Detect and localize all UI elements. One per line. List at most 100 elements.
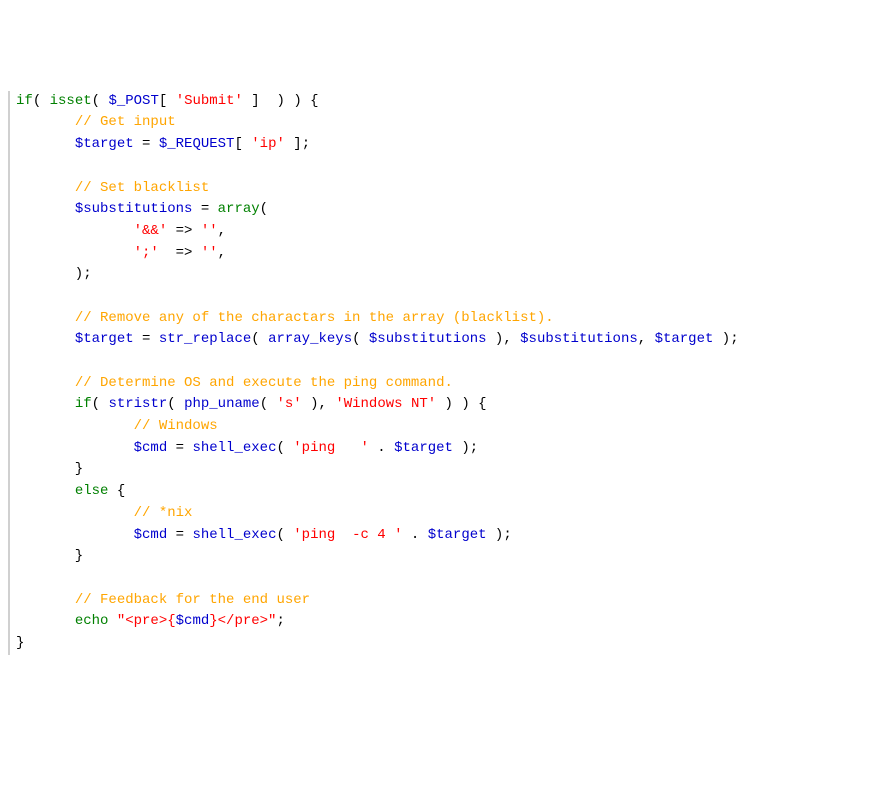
code-token: // Determine OS and execute the ping com… [75,375,453,391]
code-token: ( [167,396,184,412]
code-token: ( [260,396,277,412]
code-token [16,201,75,217]
code-token [16,136,75,152]
code-token: = [134,136,159,152]
code-token [16,418,134,434]
code-token: [ [234,136,251,152]
code-token: // Feedback for the end user [75,592,310,608]
code-token: // Get input [75,114,176,130]
code-token: ); [713,331,738,347]
code-token: ( [260,201,268,217]
code-token: ( [276,527,293,543]
code-token: }</pre>" [209,613,276,629]
code-token [16,310,75,326]
code-token: $substitutions [520,331,638,347]
code-token: '&&' [134,223,168,239]
code-token: $substitutions [369,331,487,347]
code-token: $_POST [108,93,158,109]
code-token: ';' [134,245,159,261]
code-token: 'Windows NT' [335,396,436,412]
code-token: } [16,461,83,477]
code-token: = [167,440,192,456]
code-token: array_keys [268,331,352,347]
code-token: // Set blacklist [75,180,209,196]
code-token [16,114,75,130]
code-token: "<pre>{ [117,613,176,629]
code-token: $substitutions [75,201,193,217]
code-token: $target [394,440,453,456]
code-token: { [108,483,125,499]
code-token: $target [655,331,714,347]
code-token: $target [75,331,134,347]
code-token: , [218,245,226,261]
code-token: , [638,331,655,347]
code-token: ]; [285,136,310,152]
code-token [16,180,75,196]
code-token: ( [92,396,109,412]
code-token: . [403,527,428,543]
code-token: array [218,201,260,217]
code-token: 's' [277,396,302,412]
code-token [108,613,116,629]
code-token [16,245,134,261]
code-token: [ [159,93,176,109]
code-token: , [218,223,226,239]
code-token: php_uname [184,396,260,412]
code-token: // Windows [134,418,218,434]
code-token [16,505,134,521]
code-token: } [16,635,24,651]
code-token: ); [16,266,92,282]
code-token [16,440,134,456]
code-token: str_replace [159,331,251,347]
code-token: . [369,440,394,456]
code-token: ), [302,396,336,412]
code-token: $cmd [134,440,168,456]
code-token: = [134,331,159,347]
code-token: else [75,483,109,499]
code-token: ), [487,331,521,347]
code-token [16,483,75,499]
code-token: ( [352,331,369,347]
code-token: ; [276,613,284,629]
code-token: 'Submit' [176,93,243,109]
code-token [16,592,75,608]
code-token: => [167,223,201,239]
code-token [16,527,134,543]
code-token: shell_exec [192,440,276,456]
code-token: $cmd [134,527,168,543]
code-token [16,331,75,347]
code-token: $target [428,527,487,543]
code-token [16,396,75,412]
code-token: if [75,396,92,412]
code-token: => [159,245,201,261]
code-token: ( [92,93,109,109]
code-token: '' [201,223,218,239]
code-token: ( [251,331,268,347]
code-token: 'ping ' [293,440,369,456]
code-token: 'ping -c 4 ' [293,527,402,543]
code-token: 'ip' [251,136,285,152]
code-text: if( isset( $_POST[ 'Submit' ] ) ) { // G… [16,93,739,651]
code-token: $target [75,136,134,152]
code-token: = [167,527,192,543]
code-token: ( [33,93,50,109]
code-token: = [192,201,217,217]
code-token: } [16,548,83,564]
code-token: stristr [108,396,167,412]
code-token: shell_exec [192,527,276,543]
code-token: // *nix [134,505,193,521]
code-token: ); [453,440,478,456]
code-token: ); [487,527,512,543]
code-token: $_REQUEST [159,136,235,152]
code-token: ] ) ) { [243,93,319,109]
code-token: if [16,93,33,109]
code-block: if( isset( $_POST[ 'Submit' ] ) ) { // G… [8,91,870,655]
code-token: isset [50,93,92,109]
code-token: ( [276,440,293,456]
code-token: '' [201,245,218,261]
code-token: // Remove any of the charactars in the a… [75,310,554,326]
code-token: ) ) { [436,396,486,412]
code-token: echo [75,613,109,629]
code-token [16,613,75,629]
code-token [16,223,134,239]
